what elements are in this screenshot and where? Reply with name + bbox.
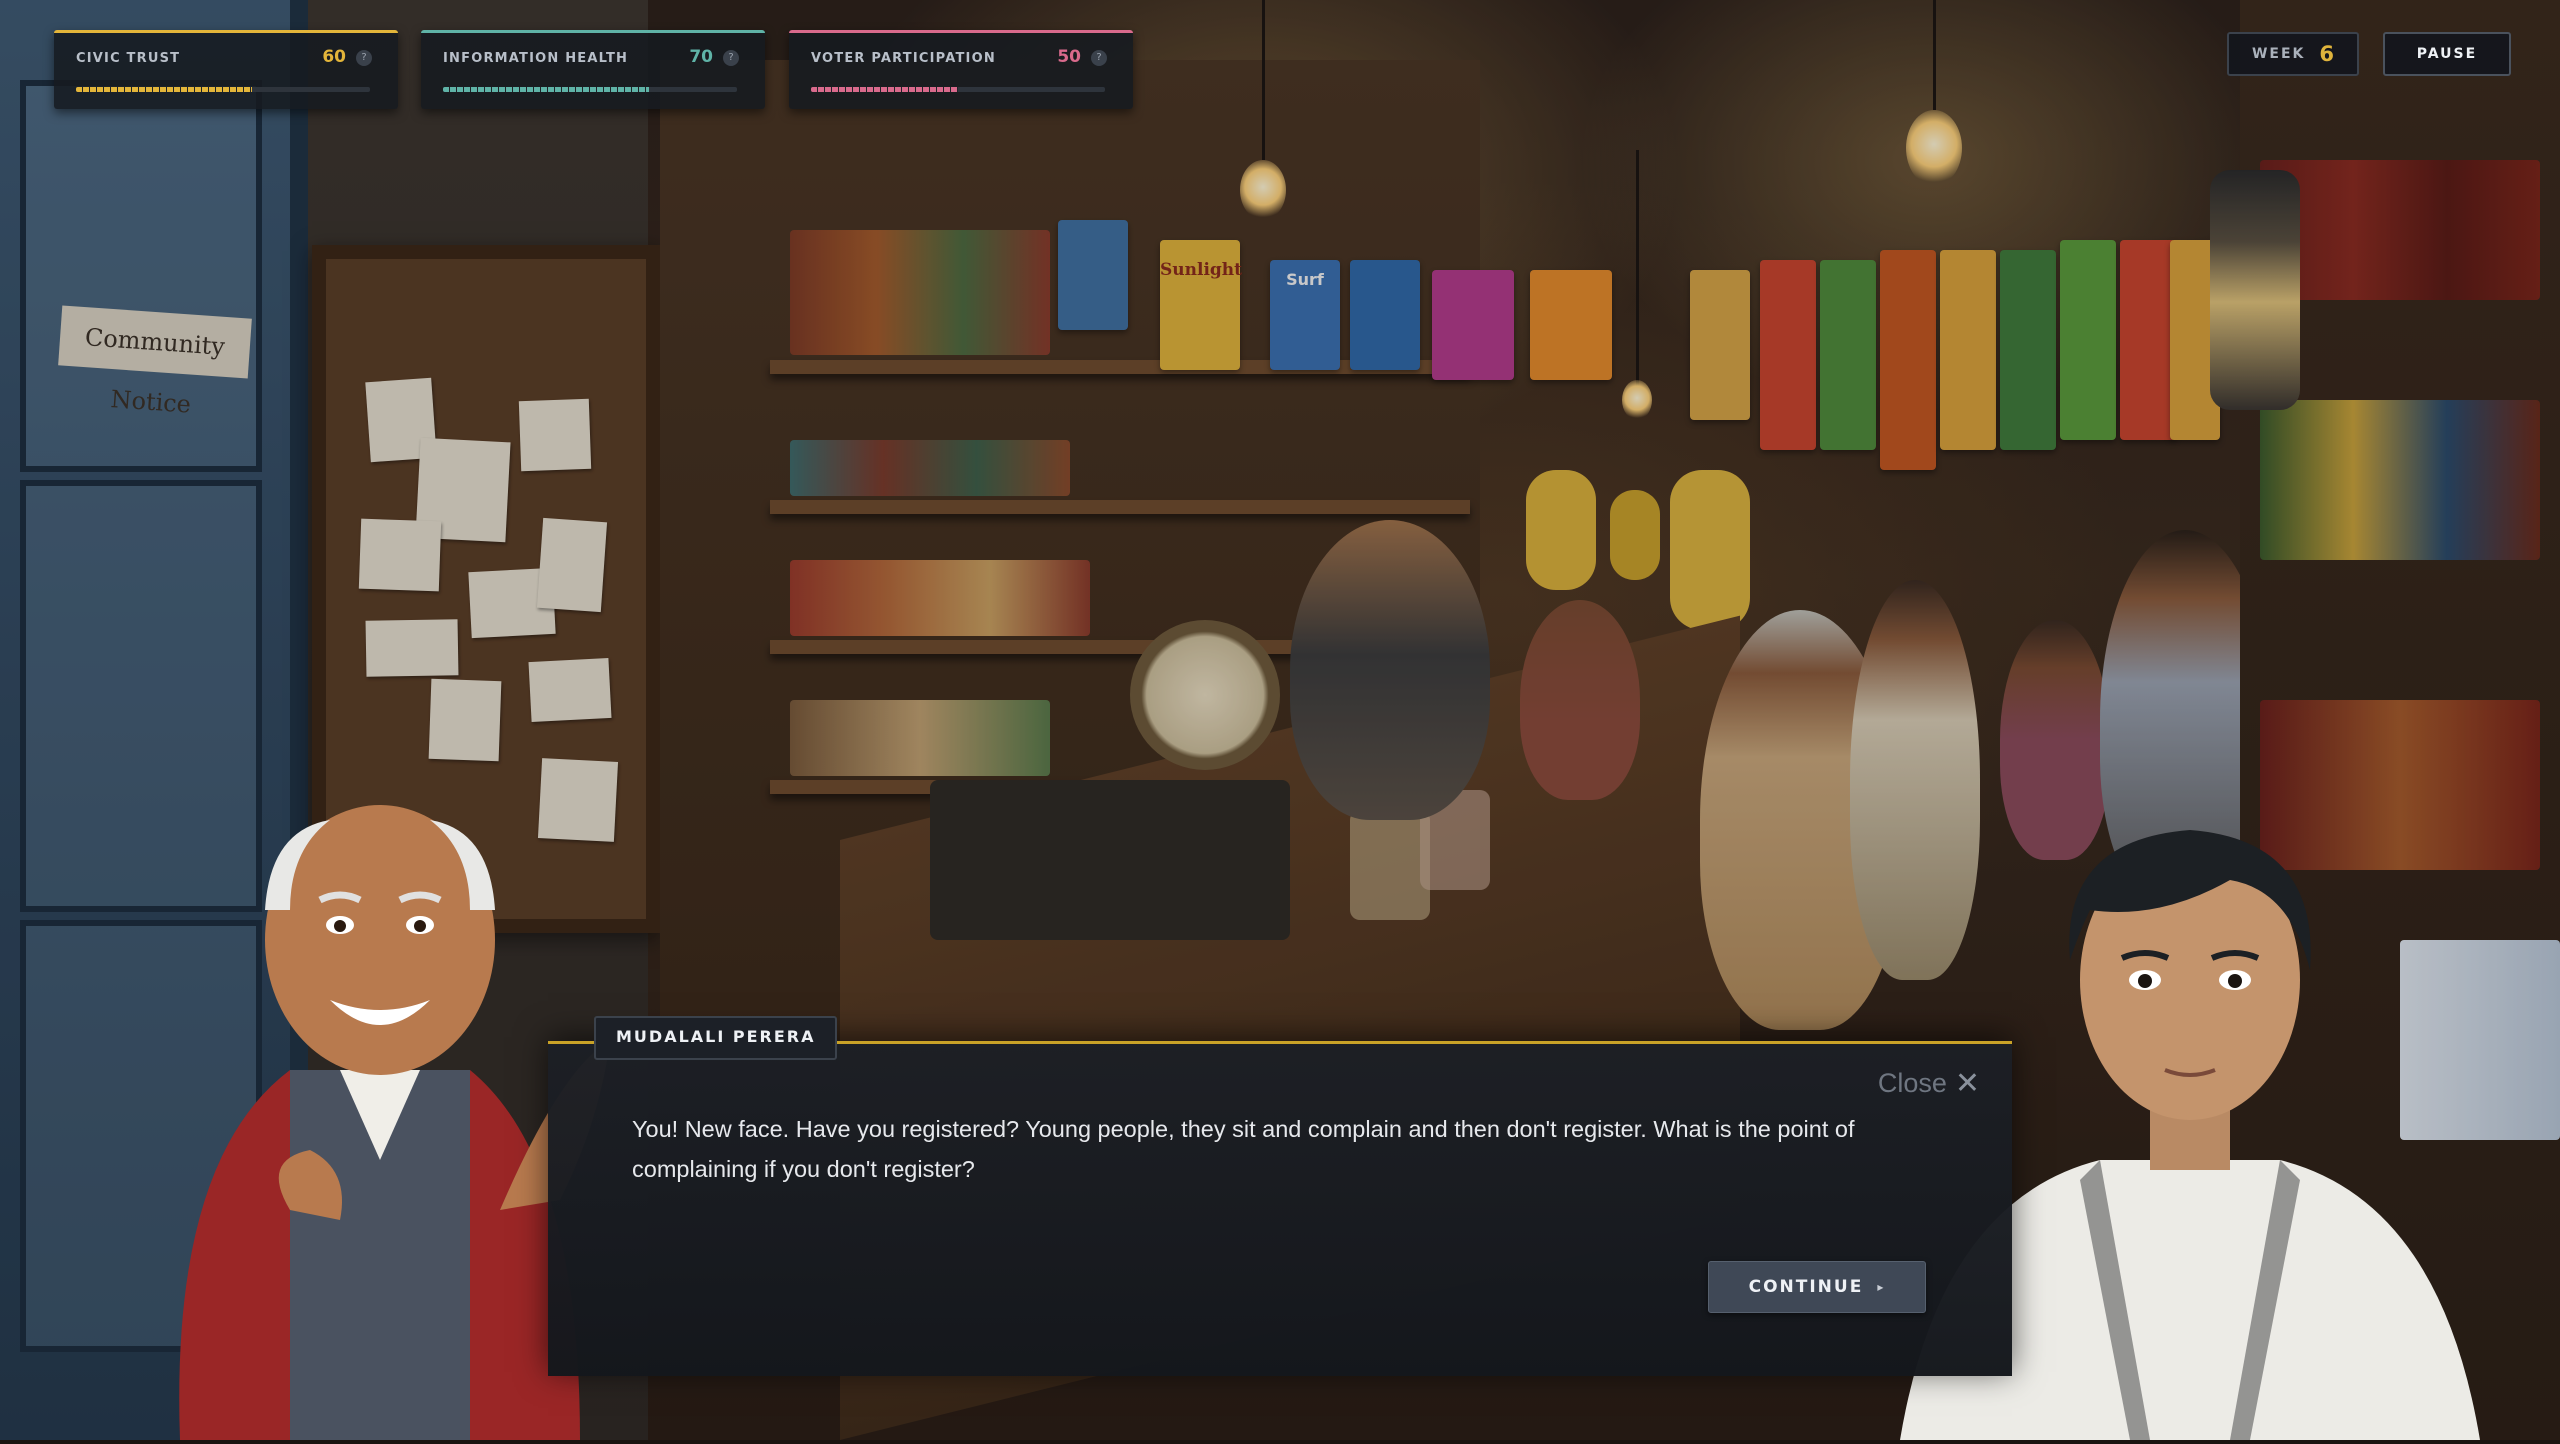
pause-button[interactable]: PAUSE — [2383, 32, 2511, 76]
continue-button[interactable]: CONTINUE ▸ — [1708, 1261, 1926, 1313]
stat-value: 60 — [322, 47, 346, 67]
week-label: WEEK — [2251, 46, 2306, 62]
close-label: Close — [1877, 1068, 1947, 1098]
week-number: 6 — [2319, 42, 2335, 66]
stat-progress-fill — [76, 87, 253, 92]
close-button[interactable]: Close ✕ — [1878, 1066, 1980, 1101]
close-icon: ✕ — [1954, 1067, 1980, 1100]
continue-label: CONTINUE — [1748, 1277, 1864, 1297]
dialogue-text: You! New face. Have you registered? Youn… — [632, 1116, 1855, 1182]
stat-card: VOTER PARTICIPATION 50? — [789, 30, 1133, 109]
stat-progress-fill — [443, 87, 649, 92]
stat-progress-fill — [811, 87, 958, 92]
help-icon[interactable]: ? — [356, 50, 372, 66]
speaker-name-tag: MUDALALI PERERA — [594, 1016, 838, 1060]
dialogue-box: Close ✕ You! New face. Have you register… — [548, 1041, 2012, 1376]
week-indicator: WEEK 6 — [2227, 32, 2359, 76]
stat-card: INFORMATION HEALTH 70? — [421, 30, 765, 109]
stat-value: 50 — [1057, 47, 1081, 67]
stat-progress-track — [76, 87, 370, 92]
stat-label: VOTER PARTICIPATION — [811, 51, 996, 66]
play-arrow-icon: ▸ — [1877, 1280, 1886, 1294]
stat-label: INFORMATION HEALTH — [443, 51, 629, 66]
stat-label: CIVIC TRUST — [76, 51, 181, 66]
help-icon[interactable]: ? — [1091, 50, 1107, 66]
stat-value: 70 — [689, 47, 713, 67]
stat-card: CIVIC TRUST 60? — [54, 30, 398, 109]
stat-progress-track — [443, 87, 737, 92]
stat-progress-track — [811, 87, 1105, 92]
help-icon[interactable]: ? — [723, 50, 739, 66]
